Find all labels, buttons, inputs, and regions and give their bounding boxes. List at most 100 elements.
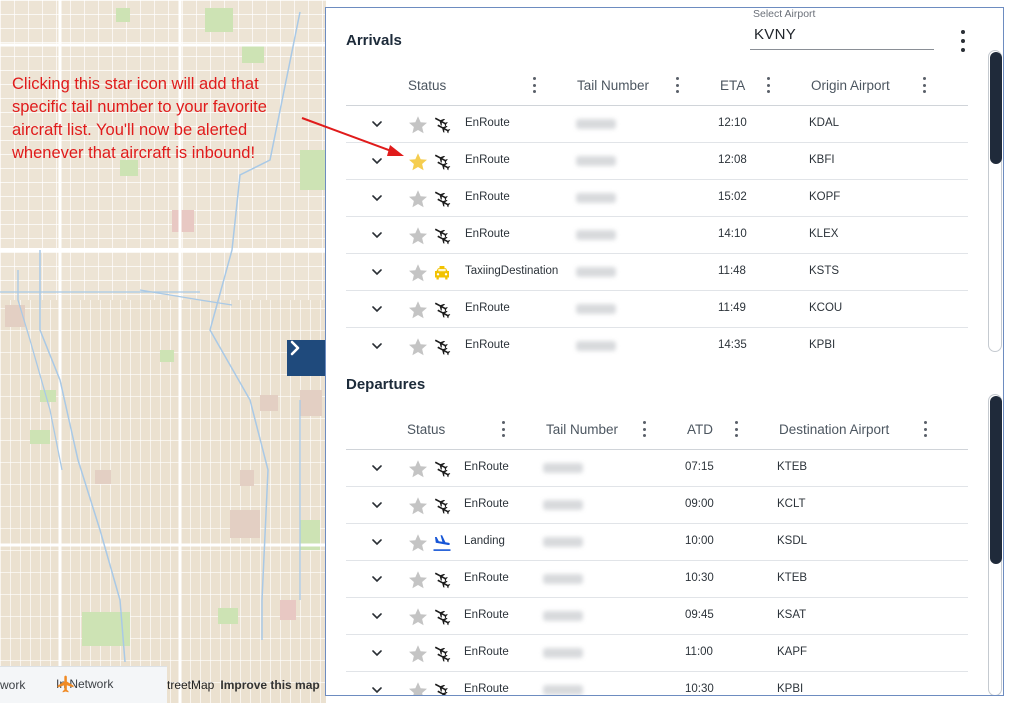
column-menu-icon[interactable] (500, 421, 506, 437)
expand-row-chevron-icon[interactable] (370, 498, 384, 512)
status-text: EnRoute (465, 191, 510, 203)
column-menu-icon[interactable] (531, 77, 537, 93)
table-row[interactable]: EnRoute 09:00 KCLT (346, 487, 968, 524)
select-airport-field[interactable]: Select Airport KVNY (750, 8, 934, 50)
table-row[interactable]: EnRoute 11:49 KCOU (346, 291, 968, 328)
table-row[interactable]: EnRoute 14:35 KPBI (346, 328, 968, 365)
expand-row-chevron-icon[interactable] (370, 228, 384, 242)
select-airport-value[interactable]: KVNY (754, 26, 796, 43)
arrivals-scroll-thumb[interactable] (990, 52, 1002, 164)
status-text: EnRoute (465, 154, 510, 166)
expand-row-chevron-icon[interactable] (370, 646, 384, 660)
column-menu-icon[interactable] (922, 421, 928, 437)
column-menu-icon[interactable] (765, 77, 771, 93)
column-header-destination-airport[interactable]: Destination Airport (779, 422, 889, 437)
arrivals-table-header: Status Tail Number ETA Origin Airport (346, 56, 968, 106)
table-row[interactable]: EnRoute 07:15 KTEB (346, 450, 968, 487)
departures-scroll-thumb[interactable] (990, 396, 1002, 564)
map-view[interactable]: Clicking this star icon will add that sp… (0, 0, 326, 703)
time-value: 11:49 (718, 302, 746, 314)
time-value: 11:00 (685, 646, 713, 658)
departures-scrollbar[interactable] (988, 394, 1002, 695)
column-menu-icon[interactable] (921, 77, 927, 93)
departures-table-header: Status Tail Number ATD Destination Airpo… (346, 400, 968, 450)
enroute-icon (432, 607, 452, 627)
table-row[interactable]: EnRoute 10:30 KPBI (346, 672, 968, 695)
enroute-icon (432, 681, 452, 695)
star-icon[interactable] (407, 643, 429, 665)
legend-in-network: In Network (56, 674, 113, 694)
more-vert-icon[interactable] (956, 30, 970, 52)
expand-row-chevron-icon[interactable] (370, 154, 384, 168)
status-text: EnRoute (464, 461, 509, 473)
tail-number-redacted (543, 685, 583, 695)
star-icon[interactable] (407, 299, 429, 321)
star-icon[interactable] (407, 188, 429, 210)
star-icon[interactable] (407, 495, 429, 517)
enroute-icon (432, 226, 452, 246)
enroute-icon (432, 189, 452, 209)
column-header-status[interactable]: Status (408, 78, 446, 93)
legend-network-label: work (0, 678, 26, 692)
table-row[interactable]: EnRoute 11:00 KAPF (346, 635, 968, 672)
flight-board-panel: Arrivals Select Airport KVNY Status Tail… (325, 7, 1004, 696)
table-row[interactable]: EnRoute 10:30 KTEB (346, 561, 968, 598)
enroute-icon (432, 570, 452, 590)
expand-row-chevron-icon[interactable] (370, 117, 384, 131)
star-icon[interactable] (407, 532, 429, 554)
column-header-origin-airport[interactable]: Origin Airport (811, 78, 890, 93)
column-header-tail-number[interactable]: Tail Number (546, 422, 618, 437)
column-header-status[interactable]: Status (407, 422, 445, 437)
airport-code: KBFI (809, 154, 835, 166)
airport-code: KPBI (777, 683, 804, 695)
expand-row-chevron-icon[interactable] (370, 302, 384, 316)
tail-number-redacted (543, 648, 583, 658)
expand-row-chevron-icon[interactable] (370, 535, 384, 549)
arrivals-scrollbar[interactable] (988, 50, 1002, 352)
star-icon[interactable] (407, 680, 429, 695)
collapse-panel-button[interactable] (287, 340, 325, 376)
star-icon[interactable] (407, 569, 429, 591)
expand-row-chevron-icon[interactable] (370, 609, 384, 623)
star-icon[interactable] (407, 262, 429, 284)
expand-row-chevron-icon[interactable] (370, 683, 384, 695)
star-icon[interactable] (407, 114, 429, 136)
table-row[interactable]: EnRoute 12:10 KDAL (346, 106, 968, 143)
time-value: 14:35 (718, 339, 747, 351)
column-menu-icon[interactable] (733, 421, 739, 437)
table-row[interactable]: Landing 10:00 KSDL (346, 524, 968, 561)
star-icon[interactable] (407, 458, 429, 480)
column-menu-icon[interactable] (674, 77, 680, 93)
expand-row-chevron-icon[interactable] (370, 191, 384, 205)
arrivals-table-body: EnRoute 12:10 KDAL EnRoute 12:08 KBFI EnRoute 1… (346, 106, 968, 365)
favorite-star-icon[interactable] (407, 151, 429, 173)
airport-code: KCLT (777, 498, 806, 510)
table-row[interactable]: EnRoute 15:02 KOPF (346, 180, 968, 217)
tail-number-redacted (576, 304, 616, 314)
table-row[interactable]: EnRoute 09:45 KSAT (346, 598, 968, 635)
map-footer: work In Network treetMap Improve this map (0, 662, 326, 703)
airport-code: KLEX (809, 228, 839, 240)
enroute-icon (432, 115, 452, 135)
table-row[interactable]: TaxiingDestination 11:48 KSTS (346, 254, 968, 291)
expand-row-chevron-icon[interactable] (370, 572, 384, 586)
expand-row-chevron-icon[interactable] (370, 461, 384, 475)
time-value: 10:30 (685, 572, 714, 584)
column-menu-icon[interactable] (641, 421, 647, 437)
attribution-text: treetMap (167, 678, 215, 692)
improve-map-link[interactable]: Improve this map (220, 678, 319, 692)
expand-row-chevron-icon[interactable] (370, 339, 384, 353)
table-row[interactable]: EnRoute 14:10 KLEX (346, 217, 968, 254)
column-header-eta[interactable]: ETA (720, 78, 745, 93)
column-header-atd[interactable]: ATD (687, 422, 713, 437)
star-icon[interactable] (407, 336, 429, 358)
tail-number-redacted (576, 267, 616, 277)
expand-row-chevron-icon[interactable] (370, 265, 384, 279)
airport-code: KPBI (809, 339, 836, 351)
column-header-tail-number[interactable]: Tail Number (577, 78, 649, 93)
star-icon[interactable] (407, 606, 429, 628)
table-row[interactable]: EnRoute 12:08 KBFI (346, 143, 968, 180)
star-icon[interactable] (407, 225, 429, 247)
time-value: 11:48 (718, 265, 746, 277)
time-value: 09:45 (685, 609, 714, 621)
